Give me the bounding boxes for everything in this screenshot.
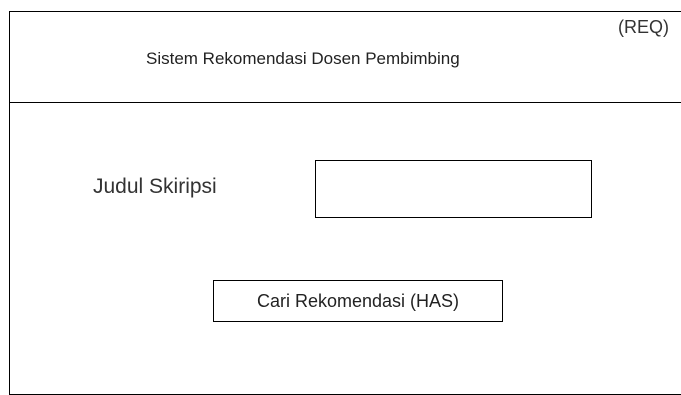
app-frame: Sistem Rekomendasi Dosen Pembimbing (REQ… bbox=[9, 11, 681, 395]
thesis-title-input[interactable] bbox=[315, 160, 592, 218]
requirement-tag: (REQ) bbox=[618, 17, 669, 37]
thesis-title-label: Judul Skiripsi bbox=[93, 175, 217, 198]
search-recommendation-button[interactable]: Cari Rekomendasi (HAS) bbox=[213, 280, 503, 322]
page-title: Sistem Rekomendasi Dosen Pembimbing bbox=[146, 49, 460, 68]
header-bar: Sistem Rekomendasi Dosen Pembimbing (REQ… bbox=[10, 12, 681, 103]
